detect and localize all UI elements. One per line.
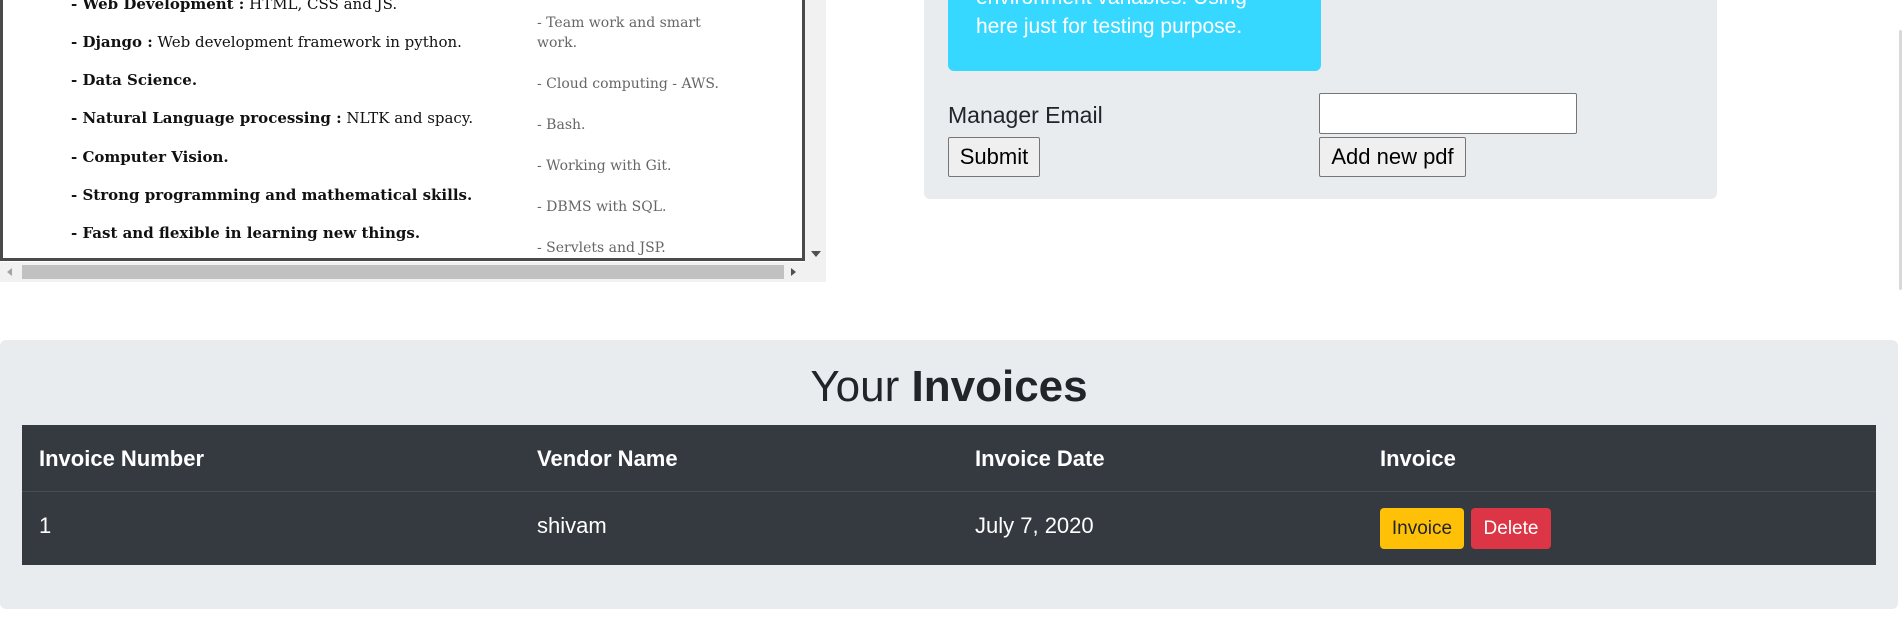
column-header: Invoice Date bbox=[975, 446, 1105, 471]
skill-item: - Django : Web development framework in … bbox=[71, 33, 462, 51]
info-alert: environment variables. Using here just f… bbox=[948, 0, 1321, 71]
manager-form-card: environment variables. Using here just f… bbox=[924, 0, 1717, 199]
scroll-down-arrow-icon[interactable] bbox=[811, 251, 821, 257]
invoices-table: Invoice Number Vendor Name Invoice Date … bbox=[22, 425, 1876, 565]
vendor-name-cell: shivam bbox=[537, 513, 607, 538]
page-scrollbar[interactable] bbox=[1898, 0, 1904, 627]
pdf-viewer[interactable]: - Web Development : HTML, CSS and JS. - … bbox=[0, 0, 826, 282]
skill-item: - Computer Vision. bbox=[71, 148, 229, 166]
scrollbar-thumb[interactable] bbox=[22, 265, 784, 279]
column-header: Invoice bbox=[1380, 446, 1456, 471]
scroll-left-arrow-icon[interactable] bbox=[7, 268, 12, 276]
pdf-page: - Web Development : HTML, CSS and JS. - … bbox=[0, 0, 805, 261]
page-scrollbar-thumb[interactable] bbox=[1899, 30, 1902, 290]
add-new-pdf-button[interactable]: Add new pdf bbox=[1319, 137, 1466, 177]
skill-item: - Data Science. bbox=[71, 71, 198, 89]
pdf-horizontal-scrollbar[interactable] bbox=[0, 262, 826, 282]
skill-item: - Working with Git. bbox=[537, 158, 672, 174]
skill-item: - Web Development : HTML, CSS and JS. bbox=[71, 0, 398, 13]
skill-item: - Strong programming and mathematical sk… bbox=[71, 186, 473, 204]
invoice-number-cell: 1 bbox=[39, 513, 52, 538]
skill-item: - DBMS with SQL. bbox=[537, 199, 667, 215]
view-invoice-button[interactable]: Invoice bbox=[1380, 508, 1464, 549]
submit-button[interactable]: Submit bbox=[948, 137, 1040, 177]
skill-item: - Fast and flexible in learning new thin… bbox=[71, 224, 421, 242]
invoice-date-cell: July 7, 2020 bbox=[975, 513, 1094, 538]
table-header-row: Invoice Number Vendor Name Invoice Date … bbox=[22, 425, 1876, 492]
invoices-panel: Your Invoices Invoice Number Vendor Name… bbox=[0, 340, 1898, 609]
page-title: Your Invoices bbox=[810, 362, 1088, 411]
column-header: Vendor Name bbox=[537, 446, 678, 471]
pdf-vertical-scrollbar[interactable] bbox=[805, 0, 826, 262]
alert-text-line: here just for testing purpose. bbox=[976, 15, 1243, 38]
manager-email-label: Manager Email bbox=[948, 102, 1103, 128]
scroll-right-arrow-icon[interactable] bbox=[791, 268, 796, 276]
manager-email-field[interactable] bbox=[1319, 93, 1577, 134]
skill-item: - Cloud computing - AWS. bbox=[537, 76, 719, 92]
delete-invoice-button[interactable]: Delete bbox=[1471, 508, 1551, 549]
column-header: Invoice Number bbox=[39, 446, 205, 471]
skill-item: - Team work and smart work. bbox=[537, 15, 701, 51]
skill-item: - Natural Language processing : NLTK and… bbox=[71, 109, 474, 127]
skill-item: - Servlets and JSP. bbox=[537, 240, 666, 256]
skill-item: - Bash. bbox=[537, 117, 586, 133]
table-row: 1 shivam July 7, 2020 Invoice Delete bbox=[22, 492, 1876, 565]
